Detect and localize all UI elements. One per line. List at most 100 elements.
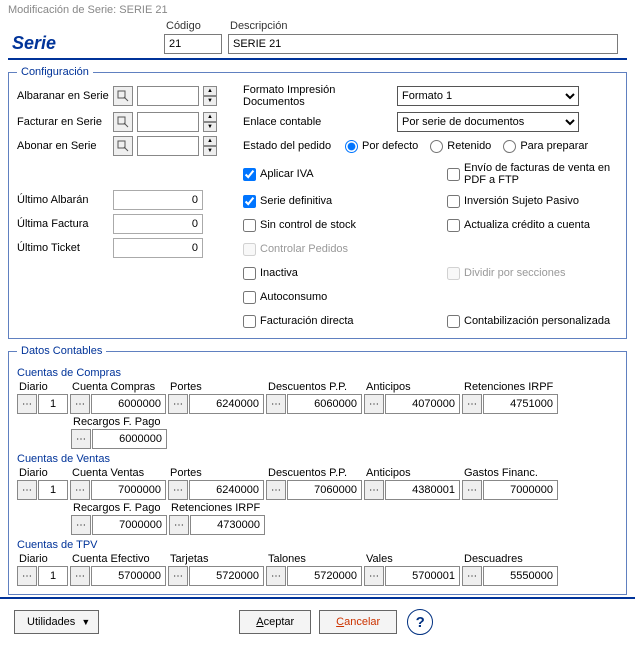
facturacion-directa-check[interactable]: [243, 315, 256, 328]
lookup-icon[interactable]: ⋯: [17, 480, 37, 500]
abonar-input[interactable]: [137, 136, 199, 156]
ventas-recargos[interactable]: [92, 515, 167, 535]
ultimo-ticket-label: Último Ticket: [17, 242, 109, 254]
col-portes: Portes: [168, 467, 264, 479]
autoconsumo-label: Autoconsumo: [260, 291, 327, 303]
lookup-icon[interactable]: ⋯: [266, 480, 286, 500]
lookup-icon[interactable]: [113, 112, 133, 132]
lookup-icon[interactable]: ⋯: [364, 480, 384, 500]
contab-personalizada-check[interactable]: [447, 315, 460, 328]
spin-down-icon[interactable]: ▼: [203, 146, 217, 156]
lookup-icon[interactable]: ⋯: [17, 394, 37, 414]
lookup-icon[interactable]: ⋯: [462, 566, 482, 586]
sin-control-stock-check[interactable]: [243, 219, 256, 232]
lookup-icon[interactable]: ⋯: [168, 566, 188, 586]
inactiva-check[interactable]: [243, 267, 256, 280]
tpv-talones[interactable]: [287, 566, 362, 586]
tpv-diario[interactable]: [38, 566, 68, 586]
serie-definitiva-check[interactable]: [243, 195, 256, 208]
lookup-icon[interactable]: ⋯: [266, 394, 286, 414]
spin-down-icon[interactable]: ▼: [203, 96, 217, 106]
datos-contables-group: Datos Contables Cuentas de Compras Diari…: [8, 345, 627, 595]
estado-label: Estado del pedido: [243, 140, 333, 152]
spin-up-icon[interactable]: ▲: [203, 86, 217, 96]
col-descuadres: Descuadres: [462, 553, 558, 565]
tpv-tarjetas[interactable]: [189, 566, 264, 586]
ventas-anticipos[interactable]: [385, 480, 460, 500]
lookup-icon[interactable]: ⋯: [266, 566, 286, 586]
enlace-select[interactable]: Por serie de documentos: [397, 112, 579, 132]
estado-para-preparar[interactable]: Para preparar: [503, 140, 588, 153]
autoconsumo-check[interactable]: [243, 291, 256, 304]
lookup-icon[interactable]: ⋯: [71, 429, 91, 449]
window-title: Modificación de Serie: SERIE 21: [0, 0, 635, 20]
albaranar-input[interactable]: [137, 86, 199, 106]
lookup-icon[interactable]: ⋯: [70, 480, 90, 500]
ventas-desc-pp[interactable]: [287, 480, 362, 500]
formato-select[interactable]: Formato 1: [397, 86, 579, 106]
col-tarjetas: Tarjetas: [168, 553, 264, 565]
lookup-icon[interactable]: ⋯: [168, 394, 188, 414]
enlace-label: Enlace contable: [243, 116, 393, 128]
actualiza-credito-check[interactable]: [447, 219, 460, 232]
lookup-icon[interactable]: ⋯: [462, 480, 482, 500]
compras-anticipos[interactable]: [385, 394, 460, 414]
lookup-icon[interactable]: ⋯: [168, 480, 188, 500]
cancelar-button[interactable]: Cancelar: [319, 610, 397, 634]
ventas-diario[interactable]: [38, 480, 68, 500]
compras-diario[interactable]: [38, 394, 68, 414]
ultima-factura-label: Última Factura: [17, 218, 109, 230]
ultima-factura-value[interactable]: [113, 214, 203, 234]
estado-por-defecto[interactable]: Por defecto: [345, 140, 418, 153]
tpv-efectivo[interactable]: [91, 566, 166, 586]
spin-down-icon[interactable]: ▼: [203, 122, 217, 132]
descripcion-input[interactable]: [228, 34, 618, 54]
ventas-cuenta[interactable]: [91, 480, 166, 500]
aplicar-iva-check[interactable]: [243, 168, 256, 181]
lookup-icon[interactable]: [113, 86, 133, 106]
lookup-icon[interactable]: ⋯: [364, 566, 384, 586]
dividir-secciones-label: Dividir por secciones: [464, 267, 565, 279]
formato-label: Formato Impresión Documentos: [243, 84, 393, 108]
lookup-icon[interactable]: ⋯: [70, 394, 90, 414]
lookup-icon[interactable]: ⋯: [17, 566, 37, 586]
estado-retenido[interactable]: Retenido: [430, 140, 491, 153]
envio-pdf-check[interactable]: [447, 168, 460, 181]
datos-contables-legend: Datos Contables: [17, 345, 106, 357]
inversion-sujeto-check[interactable]: [447, 195, 460, 208]
col-desc-pp: Descuentos P.P.: [266, 381, 362, 393]
compras-ret-irpf[interactable]: [483, 394, 558, 414]
col-diario: Diario: [17, 553, 68, 565]
compras-cuenta[interactable]: [91, 394, 166, 414]
lookup-icon[interactable]: ⋯: [462, 394, 482, 414]
configuracion-group: Configuración Albaranar en Serie ▲▼ Form…: [8, 66, 627, 339]
help-icon[interactable]: ?: [407, 609, 433, 635]
descripcion-label: Descripción: [228, 20, 618, 32]
lookup-icon[interactable]: ⋯: [70, 566, 90, 586]
ultimo-ticket-value[interactable]: [113, 238, 203, 258]
codigo-input[interactable]: [164, 34, 222, 54]
ultimo-albaran-value[interactable]: [113, 190, 203, 210]
compras-desc-pp[interactable]: [287, 394, 362, 414]
lookup-icon[interactable]: ⋯: [169, 515, 189, 535]
spin-up-icon[interactable]: ▲: [203, 136, 217, 146]
aceptar-button[interactable]: Aceptar: [239, 610, 311, 634]
spin-up-icon[interactable]: ▲: [203, 112, 217, 122]
compras-portes[interactable]: [189, 394, 264, 414]
col-desc-pp: Descuentos P.P.: [266, 467, 362, 479]
ventas-gastos[interactable]: [483, 480, 558, 500]
compras-recargos[interactable]: [92, 429, 167, 449]
ventas-ret-irpf[interactable]: [190, 515, 265, 535]
lookup-icon[interactable]: ⋯: [364, 394, 384, 414]
lookup-icon[interactable]: ⋯: [71, 515, 91, 535]
tpv-descuadres[interactable]: [483, 566, 558, 586]
lookup-icon[interactable]: [113, 136, 133, 156]
utilidades-button[interactable]: Utilidades▼: [14, 610, 99, 634]
actualiza-credito-label: Actualiza crédito a cuenta: [464, 219, 590, 231]
col-anticipos: Anticipos: [364, 381, 460, 393]
tpv-vales[interactable]: [385, 566, 460, 586]
ventas-portes[interactable]: [189, 480, 264, 500]
configuracion-legend: Configuración: [17, 66, 93, 78]
inactiva-label: Inactiva: [260, 267, 298, 279]
facturar-input[interactable]: [137, 112, 199, 132]
